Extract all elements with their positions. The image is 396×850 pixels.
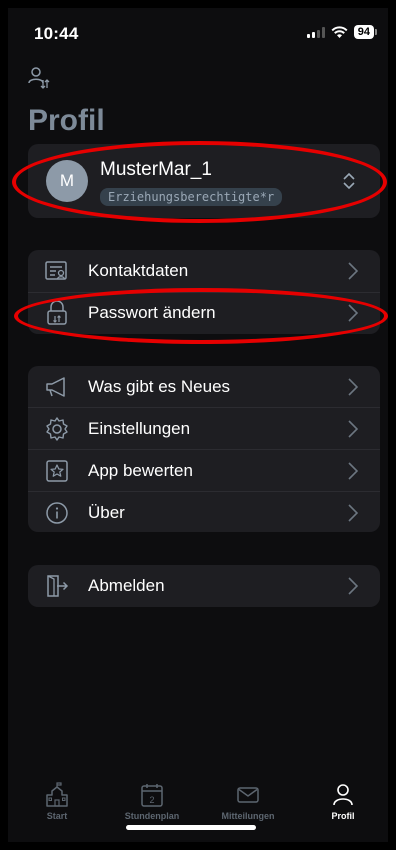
megaphone-icon (46, 377, 65, 397)
row-label: Was gibt es Neues (88, 377, 231, 396)
row-passwort-aendern[interactable]: Passwort ändern (28, 292, 380, 334)
chevron-right-icon (348, 462, 358, 480)
role-badge: Erziehungsberechtigte*r (100, 188, 283, 206)
battery-indicator: 94 (353, 25, 378, 39)
info-icon (46, 502, 68, 524)
chevron-right-icon (348, 420, 358, 438)
user-name: MusterMar_1 (100, 159, 212, 180)
row-app-bewerten[interactable]: App bewerten (28, 450, 380, 492)
page-title: Profil (28, 104, 105, 137)
status-time: 10:44 (34, 24, 79, 43)
chevron-right-icon (348, 304, 358, 322)
tab-label: Mitteilungen (221, 811, 275, 821)
gear-icon (46, 417, 68, 441)
tab-label: Start (46, 811, 68, 821)
envelope-icon (237, 787, 259, 803)
calendar-icon: 2 (141, 784, 163, 807)
row-label: Passwort ändern (88, 303, 216, 322)
avatar: M (46, 160, 88, 202)
row-einstellungen[interactable]: Einstellungen (28, 408, 380, 450)
tab-start[interactable]: Start (19, 782, 95, 821)
screen: 10:44 94 Profil M MusterMar_1 Erziehungs… (8, 8, 388, 842)
info-section: Was gibt es Neues Einstellungen App bewe… (28, 366, 380, 532)
person-icon (333, 784, 353, 806)
row-ueber[interactable]: Über (28, 492, 380, 532)
chevron-right-icon (348, 577, 358, 595)
tab-label: Stundenplan (124, 811, 180, 821)
lock-icon (47, 300, 67, 325)
row-label: Abmelden (88, 576, 165, 595)
person-switch-icon[interactable] (28, 66, 50, 90)
device-frame: 10:44 94 Profil M MusterMar_1 Erziehungs… (0, 0, 396, 850)
wifi-icon (331, 25, 348, 38)
row-label: Über (88, 503, 125, 522)
logout-icon (47, 575, 69, 597)
tab-profil[interactable]: Profil (305, 782, 381, 821)
row-label: App bewerten (88, 461, 193, 480)
tab-label: Profil (331, 811, 355, 821)
row-label: Kontaktdaten (88, 261, 189, 280)
row-was-gibt-es-neues[interactable]: Was gibt es Neues (28, 366, 380, 408)
row-label: Einstellungen (88, 419, 191, 438)
contact-card-icon (45, 261, 67, 280)
signal-icon (306, 26, 325, 38)
logout-section: Abmelden (28, 565, 380, 607)
status-bar: 10:44 94 (8, 8, 388, 54)
account-section: Kontaktdaten Passwort ändern (28, 250, 380, 334)
profile-card[interactable]: M MusterMar_1 Erziehungsberechtigte*r (28, 144, 380, 218)
home-indicator[interactable] (126, 825, 256, 830)
row-kontaktdaten[interactable]: Kontaktdaten (28, 250, 380, 292)
school-icon (46, 782, 68, 807)
tab-stundenplan[interactable]: 2 Stundenplan (114, 782, 190, 821)
chevron-right-icon (348, 504, 358, 522)
chevron-right-icon (348, 378, 358, 396)
tab-bar: Start 2 Stundenplan Mitteilungen Profil (8, 778, 388, 842)
chevron-up-down-icon (343, 172, 355, 190)
tab-mitteilungen[interactable]: Mitteilungen (210, 782, 286, 821)
row-abmelden[interactable]: Abmelden (28, 565, 380, 607)
star-icon (46, 460, 68, 482)
svg-text:2: 2 (149, 795, 154, 805)
chevron-right-icon (348, 262, 358, 280)
status-indicators: 94 (306, 25, 378, 39)
